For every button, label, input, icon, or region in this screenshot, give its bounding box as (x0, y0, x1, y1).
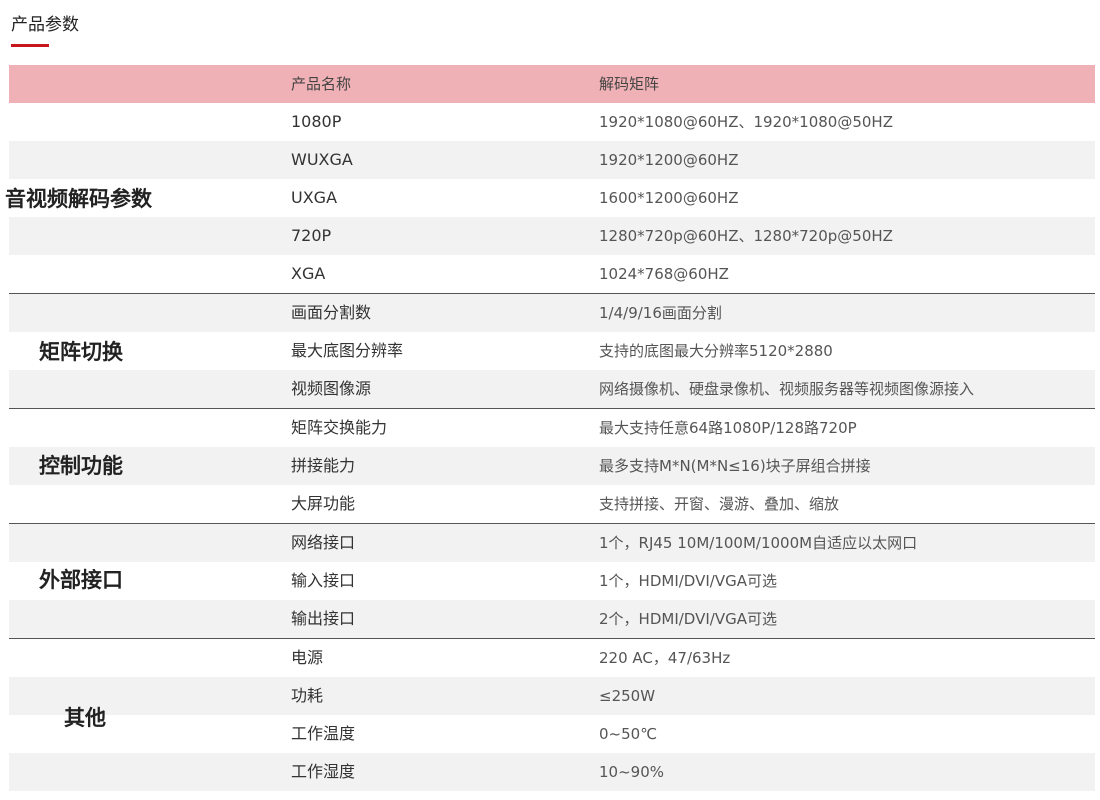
table-row: 网络接口 1个，RJ45 10M/100M/1000M自适应以太网口 (9, 524, 1095, 562)
row-name: 输出接口 (291, 609, 356, 628)
row-value: 最大支持任意64路1080P/128路720P (599, 419, 857, 437)
row-value: 220 AC，47/63Hz (599, 649, 731, 667)
row-value: 0~50℃ (599, 725, 658, 743)
table-row: 最大底图分辨率 支持的底图最大分辨率5120*2880 (9, 332, 1095, 370)
row-value: 最多支持M*N(M*N≤16)块子屏组合拼接 (599, 457, 871, 475)
product-params-page: 产品参数 产品名称 解码矩阵 1080P 1920*1080@60HZ、1920… (0, 0, 1100, 800)
table-row: 画面分割数 1/4/9/16画面分割 (9, 294, 1095, 332)
row-name: XGA (291, 264, 326, 283)
row-name: 电源 (291, 648, 324, 667)
row-name: 1080P (291, 112, 342, 131)
table-row: 功耗 ≤250W (9, 677, 1095, 715)
row-name: 输入接口 (291, 571, 356, 590)
row-value: 支持的底图最大分辨率5120*2880 (599, 342, 833, 360)
row-name: 大屏功能 (291, 494, 356, 513)
table-row: 工作湿度 10~90% (9, 753, 1095, 791)
row-value: 网络摄像机、硬盘录像机、视频服务器等视频图像源接入 (599, 380, 975, 398)
table-row: 输入接口 1个，HDMI/DVI/VGA可选 (9, 562, 1095, 600)
table-row: WUXGA 1920*1200@60HZ (9, 141, 1095, 179)
row-value: 1024*768@60HZ (599, 265, 729, 283)
row-name: 矩阵交换能力 (291, 418, 388, 437)
page-title: 产品参数 (11, 15, 79, 35)
row-name: 视频图像源 (291, 379, 372, 398)
row-name: 工作温度 (291, 724, 356, 743)
table-row: UXGA 1600*1200@60HZ (9, 179, 1095, 217)
table-row: 工作温度 0~50℃ (9, 715, 1095, 753)
row-value: 1920*1080@60HZ、1920*1080@50HZ (599, 113, 893, 131)
table-row: 1080P 1920*1080@60HZ、1920*1080@50HZ (9, 103, 1095, 141)
group-label-control: 控制功能 (39, 454, 123, 478)
table-row: 720P 1280*720p@60HZ、1280*720p@50HZ (9, 217, 1095, 255)
row-value: 2个，HDMI/DVI/VGA可选 (599, 610, 777, 628)
table-header-row: 产品名称 解码矩阵 (9, 65, 1095, 103)
row-name: UXGA (291, 188, 338, 207)
table-row: 拼接能力 最多支持M*N(M*N≤16)块子屏组合拼接 (9, 447, 1095, 485)
row-name: 功耗 (291, 686, 324, 705)
row-value: ≤250W (599, 687, 656, 705)
header-name: 产品名称 (291, 75, 352, 93)
row-name: 画面分割数 (291, 303, 372, 322)
row-value: 1/4/9/16画面分割 (599, 304, 722, 322)
row-value: 1600*1200@60HZ (599, 189, 739, 207)
row-name: 工作湿度 (291, 762, 356, 781)
row-name: WUXGA (291, 150, 353, 169)
table-row: 矩阵交换能力 最大支持任意64路1080P/128路720P (9, 409, 1095, 447)
row-name: 720P (291, 226, 332, 245)
row-name: 网络接口 (291, 533, 356, 552)
table-row: 视频图像源 网络摄像机、硬盘录像机、视频服务器等视频图像源接入 (9, 370, 1095, 408)
table-row: 输出接口 2个，HDMI/DVI/VGA可选 (9, 600, 1095, 638)
group-label-matrix-switch: 矩阵切换 (39, 340, 123, 364)
row-name: 拼接能力 (291, 456, 356, 475)
title-underline (11, 44, 49, 47)
row-name: 最大底图分辨率 (291, 341, 404, 360)
row-value: 1个，RJ45 10M/100M/1000M自适应以太网口 (599, 534, 918, 552)
table-row: XGA 1024*768@60HZ (9, 255, 1095, 293)
group-label-av-decode: 音视频解码参数 (5, 187, 152, 211)
header-value: 解码矩阵 (599, 75, 660, 93)
row-value: 1280*720p@60HZ、1280*720p@50HZ (599, 227, 893, 245)
row-value: 10~90% (599, 763, 664, 781)
row-value: 1个，HDMI/DVI/VGA可选 (599, 572, 777, 590)
row-value: 支持拼接、开窗、漫游、叠加、缩放 (599, 495, 840, 513)
group-label-external-ports: 外部接口 (39, 568, 123, 592)
table-row: 电源 220 AC，47/63Hz (9, 639, 1095, 677)
group-label-other: 其他 (64, 706, 106, 730)
row-value: 1920*1200@60HZ (599, 151, 739, 169)
table-row: 大屏功能 支持拼接、开窗、漫游、叠加、缩放 (9, 485, 1095, 523)
